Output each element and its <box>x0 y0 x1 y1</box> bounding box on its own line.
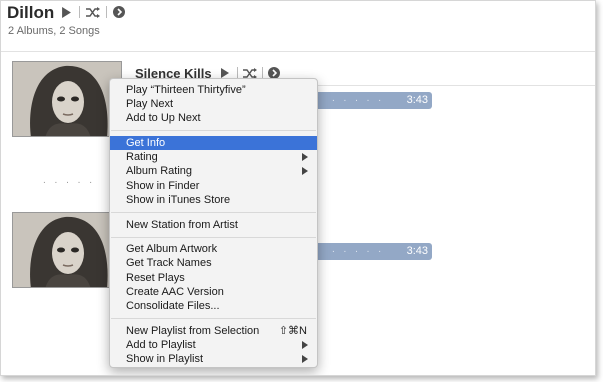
menu-item-label: Play “Thirteen Thirtyfive” <box>126 84 246 96</box>
menu-item-get-info[interactable]: Get Info <box>110 136 317 150</box>
menu-item-label: Consolidate Files... <box>126 300 220 312</box>
itunes-window: Dillon 2 Albums, 2 Songs Silence Kills .… <box>0 0 596 376</box>
shuffle-icon[interactable] <box>86 5 100 19</box>
control-divider <box>106 6 107 18</box>
track-dots: . . . . . <box>332 93 385 104</box>
submenu-arrow-icon <box>302 153 308 161</box>
menu-item-album-rating[interactable]: Album Rating <box>110 164 317 178</box>
album-song-count: 2 Albums, 2 Songs <box>8 25 100 37</box>
track-time: 3:43 <box>406 245 428 257</box>
menu-item-label: Show in iTunes Store <box>126 194 231 206</box>
menu-item-label: Album Rating <box>126 165 193 177</box>
track-row-selected[interactable]: . . . . . 3:43 <box>314 92 432 109</box>
header-divider <box>1 51 595 52</box>
menu-item-add-to-playlist[interactable]: Add to Playlist <box>110 338 317 352</box>
menu-item-play-next[interactable]: Play Next <box>110 97 317 111</box>
keyboard-shortcut: ⇧⌘N <box>278 325 307 337</box>
menu-item-get-track-names[interactable]: Get Track Names <box>110 256 317 270</box>
album-artwork[interactable] <box>12 212 122 288</box>
menu-item-consolidate-files[interactable]: Consolidate Files... <box>110 299 317 313</box>
more-options-icon[interactable] <box>113 6 125 18</box>
menu-item-new-playlist-from-selection[interactable]: New Playlist from Selection ⇧⌘N <box>110 324 317 338</box>
menu-item-create-aac-version[interactable]: Create AAC Version <box>110 285 317 299</box>
submenu-arrow-icon <box>302 341 308 349</box>
menu-item-label: Add to Up Next <box>126 112 201 124</box>
menu-separator <box>111 318 316 319</box>
artist-controls <box>59 5 125 19</box>
menu-item-show-in-finder[interactable]: Show in Finder <box>110 179 317 193</box>
menu-item-label: Get Info <box>126 137 166 149</box>
track-dots: . . . . . <box>332 244 385 255</box>
menu-item-label: Play Next <box>126 98 174 110</box>
menu-item-label: Rating <box>126 151 158 163</box>
menu-item-label: New Station from Artist <box>126 219 238 231</box>
menu-item-reset-plays[interactable]: Reset Plays <box>110 271 317 285</box>
menu-item-label: Show in Finder <box>126 180 200 192</box>
menu-item-label: Get Album Artwork <box>126 243 218 255</box>
section-dots: . . . . . <box>43 175 96 186</box>
menu-item-label: Reset Plays <box>126 272 185 284</box>
menu-separator <box>111 237 316 238</box>
track-row-selected[interactable]: . . . . . 3:43 <box>314 243 432 260</box>
menu-item-label: Add to Playlist <box>126 339 196 351</box>
artist-title: Dillon <box>7 3 55 22</box>
submenu-arrow-icon <box>302 167 308 175</box>
menu-separator <box>111 130 316 131</box>
menu-item-label: Create AAC Version <box>126 286 224 298</box>
menu-item-rating[interactable]: Rating <box>110 150 317 164</box>
menu-item-label: New Playlist from Selection <box>126 325 260 337</box>
menu-item-get-album-artwork[interactable]: Get Album Artwork <box>110 242 317 256</box>
menu-item-show-in-playlist[interactable]: Show in Playlist <box>110 352 317 366</box>
context-menu: Play “Thirteen Thirtyfive” Play Next Add… <box>109 78 318 368</box>
menu-item-show-in-itunes-store[interactable]: Show in iTunes Store <box>110 193 317 207</box>
menu-item-label: Get Track Names <box>126 257 212 269</box>
menu-separator <box>111 212 316 213</box>
album-artwork[interactable] <box>12 61 122 137</box>
menu-item-new-station[interactable]: New Station from Artist <box>110 218 317 232</box>
control-divider <box>79 6 80 18</box>
play-icon[interactable] <box>59 5 73 19</box>
menu-item-label: Show in Playlist <box>126 353 204 365</box>
menu-item-add-to-up-next[interactable]: Add to Up Next <box>110 111 317 125</box>
track-time: 3:43 <box>406 94 428 106</box>
menu-item-play-song[interactable]: Play “Thirteen Thirtyfive” <box>110 83 317 97</box>
submenu-arrow-icon <box>302 355 308 363</box>
